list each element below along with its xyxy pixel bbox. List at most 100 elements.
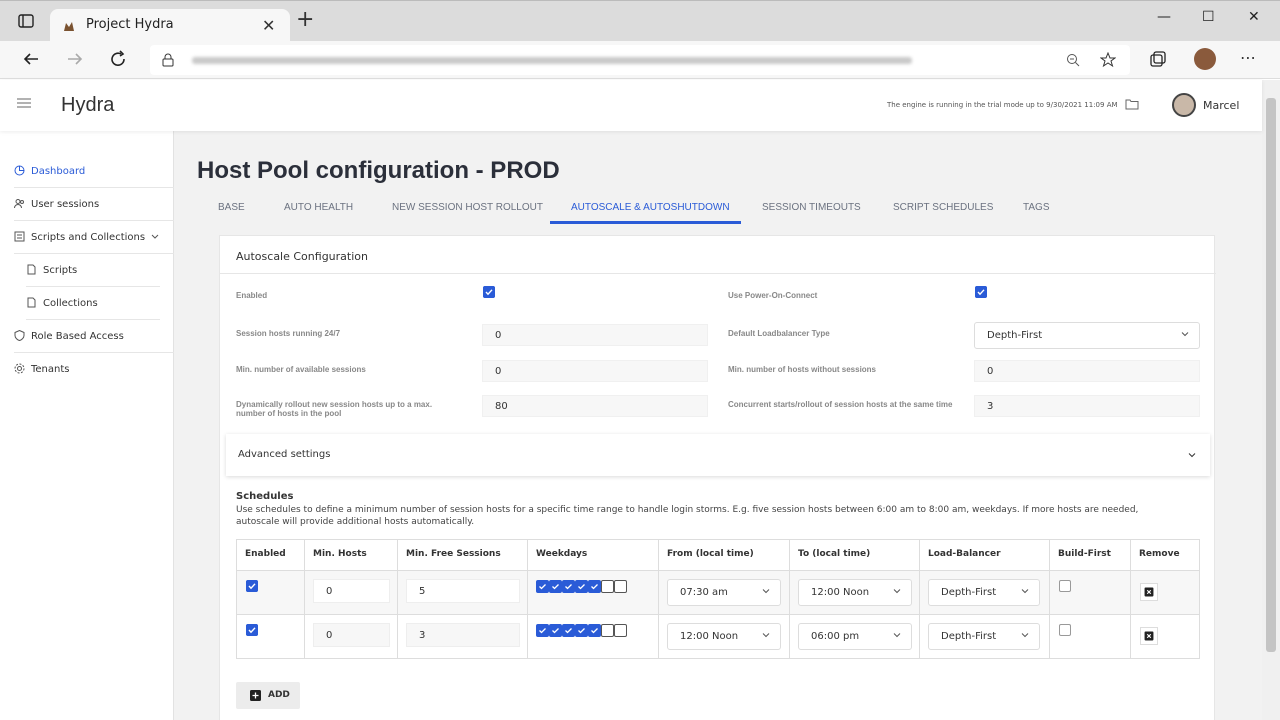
weekday-checkbox[interactable]	[549, 580, 562, 593]
min-free-sessions-input[interactable]: 3	[406, 623, 520, 647]
folder-icon[interactable]	[1125, 98, 1139, 110]
load-balancer-select[interactable]: Depth-First	[928, 579, 1040, 606]
concurrent-input[interactable]: 3	[974, 395, 1200, 417]
remove-row-button[interactable]	[1140, 627, 1158, 645]
dashboard-icon	[14, 165, 25, 176]
weekday-checkbox[interactable]	[614, 624, 627, 637]
sidebar-item-dashboard[interactable]: Dashboard	[14, 155, 174, 188]
power-on-connect-label: Use Power-On-Connect	[728, 291, 818, 300]
tab-base[interactable]: BASE	[218, 202, 245, 213]
browser-menu-icon[interactable]: ⋯	[1240, 48, 1256, 67]
card-title: Autoscale Configuration	[236, 250, 368, 263]
weekday-checkbox[interactable]	[562, 624, 575, 637]
browser-profile-avatar[interactable]	[1194, 48, 1216, 70]
weekday-checkbox[interactable]	[562, 580, 575, 593]
forward-icon[interactable]	[66, 50, 84, 68]
sidebar-item-scripts-collections[interactable]: Scripts and Collections	[14, 221, 174, 254]
hamburger-menu-icon[interactable]	[17, 98, 31, 108]
weekday-checkbox[interactable]	[536, 624, 549, 637]
table-row: 0 3 12:00 Noon 06:00 pm Depth-First	[237, 614, 1199, 658]
add-schedule-button[interactable]: ADD	[236, 682, 300, 709]
table-cell	[237, 615, 305, 658]
enabled-label: Enabled	[236, 291, 268, 300]
tab-autoscale-autoshutdown[interactable]: AUTOSCALE & AUTOSHUTDOWN	[571, 202, 730, 213]
advanced-settings-panel[interactable]: Advanced settings	[226, 434, 1210, 476]
weekday-checkbox[interactable]	[614, 580, 627, 593]
zoom-icon[interactable]	[1066, 53, 1080, 67]
chevron-down-icon	[1181, 332, 1189, 337]
user-avatar[interactable]	[1172, 93, 1196, 117]
maximize-button[interactable]: ☐	[1202, 9, 1215, 25]
tab-session-timeouts[interactable]: SESSION TIMEOUTS	[762, 202, 861, 213]
rollout-max-input[interactable]: 80	[482, 395, 708, 417]
new-tab-button[interactable]: +	[296, 9, 314, 31]
lb-type-select[interactable]: Depth-First	[974, 322, 1200, 349]
tab-auto-health[interactable]: AUTO HEALTH	[284, 202, 353, 213]
sidebar-item-role-based-access[interactable]: Role Based Access	[14, 320, 174, 353]
favorites-star-icon[interactable]	[1100, 52, 1116, 68]
tab-close-icon[interactable]: ✕	[262, 16, 275, 35]
minimize-button[interactable]: —	[1157, 9, 1171, 25]
sidebar-item-collections[interactable]: Collections	[26, 287, 160, 320]
table-cell: Depth-First	[920, 615, 1050, 658]
weekday-checkbox[interactable]	[588, 580, 601, 593]
weekday-checkbox[interactable]	[575, 624, 588, 637]
sidebar-item-tenants[interactable]: Tenants	[14, 353, 174, 386]
session-hosts-247-input[interactable]: 0	[482, 324, 708, 346]
sidebar-item-user-sessions[interactable]: User sessions	[14, 188, 174, 221]
scrollbar-thumb[interactable]	[1266, 98, 1276, 652]
hydra-favicon-icon	[64, 22, 74, 31]
active-tab-underline	[550, 221, 741, 224]
from-time-select[interactable]: 12:00 Noon	[667, 623, 781, 650]
chevron-down-icon	[893, 589, 901, 594]
enabled-checkbox[interactable]	[483, 286, 495, 298]
table-cell	[1050, 615, 1131, 658]
autoscale-card: Autoscale Configuration Enabled Use Powe…	[219, 235, 1216, 720]
load-balancer-select[interactable]: Depth-First	[928, 623, 1040, 650]
back-icon[interactable]	[22, 50, 40, 68]
to-time-value: 06:00 pm	[811, 631, 860, 642]
to-time-select[interactable]: 12:00 Noon	[798, 579, 912, 606]
chevron-down-icon	[151, 234, 159, 239]
row-enabled-checkbox[interactable]	[246, 580, 258, 592]
weekday-checkbox[interactable]	[536, 580, 549, 593]
plus-box-icon	[250, 690, 261, 701]
weekday-checkbox[interactable]	[575, 580, 588, 593]
remove-row-button[interactable]	[1140, 583, 1158, 601]
build-first-checkbox[interactable]	[1059, 580, 1071, 592]
user-name[interactable]: Marcel	[1203, 99, 1239, 112]
session-hosts-247-label: Session hosts running 24/7	[236, 329, 341, 338]
build-first-checkbox[interactable]	[1059, 624, 1071, 636]
sidebar-item-label: Tenants	[31, 364, 70, 375]
close-window-button[interactable]: ✕	[1248, 9, 1260, 25]
app-header: Hydra The engine is running in the trial…	[0, 80, 1262, 131]
tab-actions-icon[interactable]	[18, 13, 34, 29]
sidebar-item-scripts[interactable]: Scripts	[26, 254, 160, 287]
chevron-down-icon	[1021, 633, 1029, 638]
min-hosts-input[interactable]: 0	[313, 623, 390, 647]
power-on-connect-checkbox[interactable]	[975, 286, 987, 298]
min-free-sessions-input[interactable]: 5	[406, 579, 520, 603]
column-header: Enabled	[237, 540, 305, 570]
browser-tab-bar: Project Hydra ✕ + — ☐ ✕	[0, 0, 1280, 42]
browser-tab[interactable]: Project Hydra ✕	[50, 9, 290, 42]
weekday-checkbox[interactable]	[588, 624, 601, 637]
url-field[interactable]	[150, 45, 1130, 75]
to-time-select[interactable]: 06:00 pm	[798, 623, 912, 650]
page-scrollbar[interactable]	[1262, 80, 1280, 720]
min-hosts-input[interactable]: 0	[313, 579, 390, 603]
tab-script-schedules[interactable]: SCRIPT SCHEDULES	[893, 202, 993, 213]
collections-icon[interactable]	[1149, 51, 1167, 69]
row-enabled-checkbox[interactable]	[246, 624, 258, 636]
users-icon	[14, 199, 24, 209]
weekday-checkbox[interactable]	[549, 624, 562, 637]
weekday-checkbox[interactable]	[601, 580, 614, 593]
min-hosts-no-sessions-input[interactable]: 0	[974, 360, 1200, 382]
min-hosts-no-sessions-label: Min. number of hosts without sessions	[728, 365, 877, 374]
from-time-select[interactable]: 07:30 am	[667, 579, 781, 606]
refresh-icon[interactable]	[109, 50, 127, 68]
min-sessions-input[interactable]: 0	[482, 360, 708, 382]
weekday-checkbox[interactable]	[601, 624, 614, 637]
tab-new-session-host-rollout[interactable]: NEW SESSION HOST ROLLOUT	[392, 202, 543, 213]
tab-tags[interactable]: TAGS	[1023, 202, 1049, 213]
